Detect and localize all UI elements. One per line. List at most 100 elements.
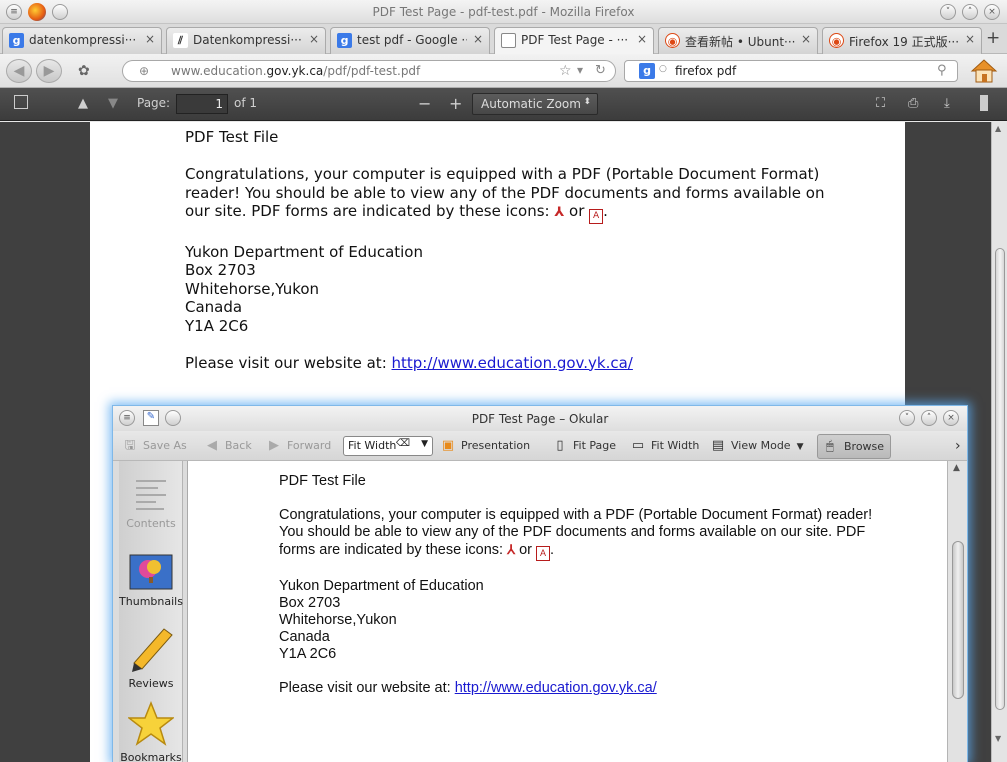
sidebar-item-bookmarks[interactable]: Bookmarks bbox=[119, 700, 183, 762]
presentation-mode-icon[interactable]: ⛶ bbox=[876, 96, 885, 111]
fit-width-button[interactable]: ▭ Fit Width bbox=[629, 436, 700, 458]
scroll-up-icon[interactable]: ▲ bbox=[995, 124, 1001, 133]
tab-pdf-test-page[interactable]: PDF Test Page - ··· × bbox=[494, 27, 654, 55]
okular-page-content: PDF Test File Congratulations, your comp… bbox=[279, 473, 899, 714]
zoom-select[interactable]: Automatic Zoom ⬍ bbox=[472, 93, 598, 115]
extension-icon[interactable]: ✿ bbox=[78, 63, 90, 79]
okular-maximize-button[interactable]: ˄ bbox=[921, 410, 937, 426]
chevron-down-icon: ▼ bbox=[796, 442, 804, 452]
tab-close-icon[interactable]: × bbox=[145, 32, 155, 46]
url-bar[interactable]: ⊕ www.education.gov.yk.ca/pdf/pdf-test.p… bbox=[122, 60, 616, 82]
toolbar-overflow-button[interactable]: › bbox=[955, 436, 961, 458]
tab-datenkompression-google[interactable]: g datenkompressi··· × bbox=[2, 27, 162, 54]
new-tab-button[interactable]: + bbox=[986, 28, 1000, 48]
tab-datenkompression-wikipedia[interactable]: ⫽ Datenkompressi··· × bbox=[166, 27, 326, 54]
pdf-toolbar: ▲ ▼ Page: of 1 − + Automatic Zoom⬍ ⛶ ⎙ ⤓ bbox=[0, 88, 1007, 121]
dropdown-arrow-icon[interactable]: ▾ bbox=[577, 63, 583, 77]
home-icon[interactable] bbox=[968, 57, 1000, 85]
next-page-icon[interactable]: ▼ bbox=[108, 96, 118, 111]
okular-window-title: PDF Test Page – Okular bbox=[471, 412, 609, 426]
presentation-button[interactable]: ▣ Presentation bbox=[439, 436, 530, 458]
mouse-icon: 🖱 bbox=[826, 439, 834, 454]
scrollbar-thumb[interactable] bbox=[995, 248, 1005, 710]
tab-label: Firefox 19 正式版··· bbox=[849, 35, 959, 49]
firefox-titlebar: ≡ PDF Test Page - pdf-test.pdf - Mozilla… bbox=[0, 0, 1007, 24]
okular-toolbar: 🖫 Save As ◀ Back ▶ Forward Fit Width ⌫ ▼ ▣ Pre… bbox=[113, 431, 967, 461]
contents-icon bbox=[128, 475, 174, 513]
browse-tool-button[interactable]: 🖱 Browse bbox=[817, 434, 891, 459]
tab-ubuntu-new-posts[interactable]: ◉ 查看新帖 • Ubunt··· × bbox=[658, 27, 818, 54]
reload-icon[interactable]: ↻ bbox=[595, 63, 606, 78]
back-page-button[interactable]: ◀ Back bbox=[203, 436, 252, 458]
page-number-input[interactable] bbox=[176, 94, 228, 114]
select-arrow-icon: ⬍ bbox=[583, 97, 591, 107]
okular-close-button[interactable]: × bbox=[943, 410, 959, 426]
pencil-icon bbox=[128, 627, 174, 673]
ubuntu-icon: ◉ bbox=[665, 33, 680, 48]
website-link[interactable]: http://www.education.gov.yk.ca/ bbox=[392, 354, 633, 372]
engine-dropdown-icon[interactable]: ○ bbox=[659, 64, 667, 74]
tab-close-icon[interactable]: × bbox=[637, 32, 647, 46]
tab-label: Datenkompressi··· bbox=[193, 33, 302, 47]
sidebar-item-contents[interactable]: Contents bbox=[119, 475, 183, 530]
maximize-button[interactable]: ˄ bbox=[962, 4, 978, 20]
view-mode-icon: ▤ bbox=[711, 438, 725, 453]
sidebar-item-thumbnails[interactable]: Thumbnails bbox=[119, 553, 183, 608]
back-arrow-icon: ◀ bbox=[207, 438, 217, 453]
bookmark-icon[interactable] bbox=[980, 95, 988, 111]
okular-minimize-button[interactable]: ˅ bbox=[899, 410, 915, 426]
forward-page-button[interactable]: ▶ Forward bbox=[265, 436, 331, 458]
pdf-page-content: PDF Test File Congratulations, your comp… bbox=[185, 128, 825, 391]
search-input[interactable] bbox=[675, 64, 925, 78]
tab-label: 查看新帖 • Ubunt··· bbox=[685, 35, 795, 49]
zoom-mode-select[interactable]: Fit Width ⌫ ▼ bbox=[343, 436, 433, 456]
tab-close-icon[interactable]: × bbox=[473, 32, 483, 46]
okular-page-view[interactable]: PDF Test File Congratulations, your comp… bbox=[187, 461, 947, 762]
back-button[interactable]: ◀ bbox=[6, 59, 32, 83]
fit-page-button[interactable]: ▯ Fit Page bbox=[551, 436, 616, 458]
print-icon[interactable]: ⎙ bbox=[908, 96, 918, 111]
firefox-scrollbar[interactable]: ▲ ▼ bbox=[991, 122, 1007, 762]
minimize-button[interactable]: ˅ bbox=[940, 4, 956, 20]
okular-scrollbar[interactable]: ▲ bbox=[947, 461, 967, 762]
previous-page-icon[interactable]: ▲ bbox=[78, 96, 88, 111]
view-mode-button[interactable]: ▤ View Mode ▼ bbox=[709, 436, 804, 458]
intro-paragraph: Congratulations, your computer is equipp… bbox=[185, 165, 825, 224]
acrobat-icon: ⅄ bbox=[507, 542, 516, 557]
tab-test-pdf-google[interactable]: g test pdf - Google ··· × bbox=[330, 27, 490, 54]
forward-button[interactable]: ▶ bbox=[36, 59, 62, 83]
google-icon: g bbox=[337, 33, 352, 48]
search-icon[interactable]: ⚲ bbox=[937, 63, 947, 78]
fit-width-icon: ▭ bbox=[631, 438, 645, 453]
page-label: Page: bbox=[137, 96, 171, 110]
bookmark-star-icon[interactable]: ☆ bbox=[559, 63, 572, 79]
website-link[interactable]: http://www.education.gov.yk.ca/ bbox=[455, 680, 657, 696]
zoom-out-button[interactable]: − bbox=[418, 94, 431, 113]
scrollbar-thumb[interactable] bbox=[952, 541, 964, 699]
website-line: Please visit our website at: http://www.… bbox=[279, 680, 657, 696]
clear-icon[interactable]: ⌫ bbox=[396, 438, 410, 449]
scroll-up-icon[interactable]: ▲ bbox=[953, 463, 960, 473]
window-title: PDF Test Page - pdf-test.pdf - Mozilla F… bbox=[372, 5, 635, 19]
tab-close-icon[interactable]: × bbox=[801, 32, 811, 46]
acrobat-icon: ⅄ bbox=[554, 205, 565, 220]
scroll-down-icon[interactable]: ▼ bbox=[995, 734, 1001, 743]
zoom-in-button[interactable]: + bbox=[449, 94, 462, 113]
globe-icon[interactable]: ⊕ bbox=[139, 64, 149, 78]
pdf-file-icon: A bbox=[536, 546, 550, 561]
sidebar-toggle-icon[interactable] bbox=[14, 95, 28, 109]
sidebar-item-reviews[interactable]: Reviews bbox=[119, 627, 183, 690]
search-bar[interactable]: g ○ ⚲ bbox=[624, 60, 958, 82]
document-icon bbox=[501, 33, 516, 48]
google-search-engine-icon[interactable]: g bbox=[639, 63, 655, 79]
star-icon bbox=[126, 700, 176, 747]
save-as-button[interactable]: 🖫 Save As bbox=[121, 436, 186, 458]
address-block: Yukon Department of Education Box 2703 W… bbox=[185, 242, 423, 335]
tab-close-icon[interactable]: × bbox=[309, 32, 319, 46]
tab-close-icon[interactable]: × bbox=[965, 32, 975, 46]
download-icon[interactable]: ⤓ bbox=[944, 96, 950, 111]
tab-firefox-19[interactable]: ◉ Firefox 19 正式版··· × bbox=[822, 27, 982, 54]
okular-sidebar: Contents Thumbnails Reviews Bookmarks bbox=[119, 461, 183, 762]
close-button[interactable]: × bbox=[984, 4, 1000, 20]
ubuntu-icon: ◉ bbox=[829, 33, 844, 48]
